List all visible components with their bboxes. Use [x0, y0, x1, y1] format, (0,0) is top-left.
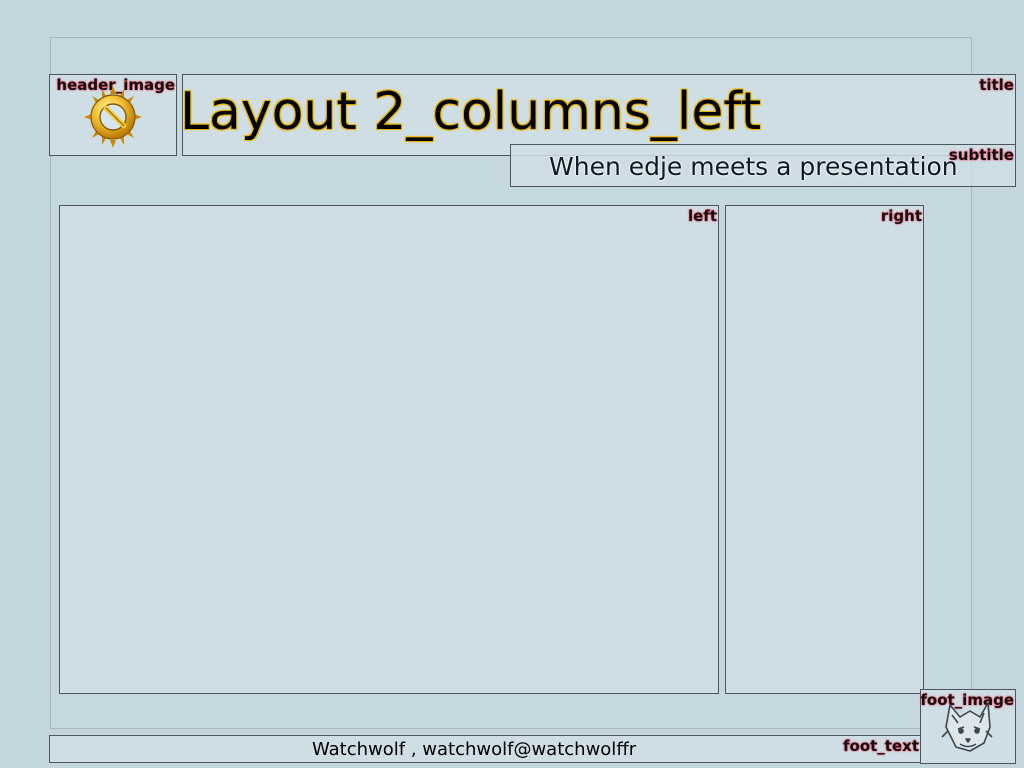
presentation-slide: header_image title Layout 2_columns_left… — [0, 0, 1024, 768]
right-column-region: right — [725, 205, 924, 694]
wolf-mascot-icon — [941, 702, 993, 752]
region-label-right: right — [880, 207, 922, 225]
footer-author: Watchwolf , watchwolf@watchwolffr — [312, 739, 637, 760]
left-column-region: left — [59, 205, 719, 694]
slide-title: Layout 2_columns_left — [180, 82, 762, 142]
region-label-subtitle: subtitle — [948, 146, 1014, 164]
region-label-foot-text: foot_text — [843, 737, 919, 755]
region-label-left: left — [687, 207, 717, 225]
enlightenment-logo-icon — [84, 86, 142, 148]
region-label-title: title — [979, 76, 1014, 94]
slide-subtitle: When edje meets a presentation — [549, 152, 958, 181]
